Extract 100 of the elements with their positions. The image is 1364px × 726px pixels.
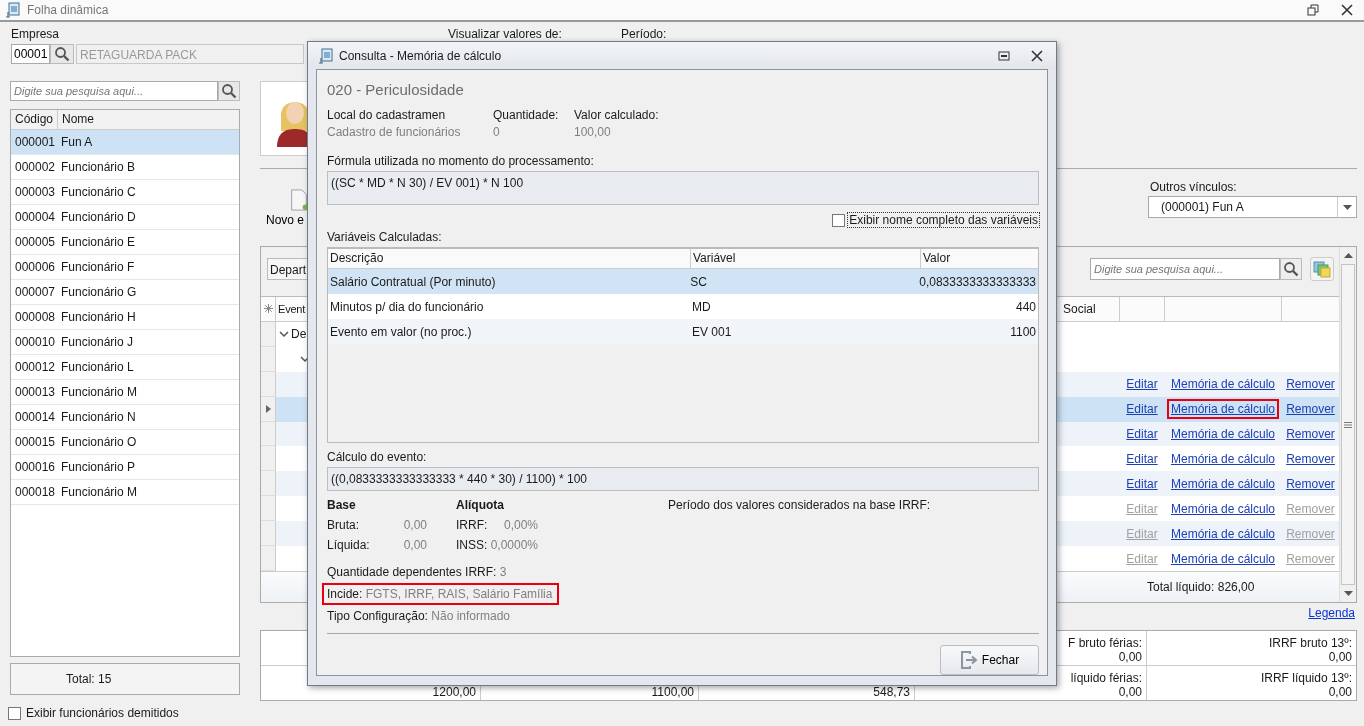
calculation-memory-link[interactable]: Memória de cálculo xyxy=(1166,423,1279,444)
checkbox-label[interactable]: Exibir funcionários demitidos xyxy=(26,706,179,720)
column-header[interactable]: Variável xyxy=(690,249,920,268)
table-cell-text: 440 xyxy=(1014,299,1037,314)
table-row[interactable]: 000001 Fun A xyxy=(11,130,239,155)
dropdown[interactable]: (000001) Fun A xyxy=(1148,196,1357,218)
table-cell-text: Funcionário D xyxy=(60,210,136,224)
table-cell-text: Funcionário F xyxy=(60,260,135,274)
close-icon xyxy=(1341,4,1353,16)
table-row[interactable]: 000004 Funcionário D xyxy=(11,205,239,230)
summary-value: 0,00 xyxy=(1328,685,1352,699)
table-row[interactable]: 000013 Funcionário M xyxy=(11,380,239,405)
table-row[interactable]: 000007 Funcionário G xyxy=(11,280,239,305)
legend-link[interactable]: Legenda xyxy=(1308,606,1355,624)
table-cell-text: 000005 xyxy=(14,235,57,249)
remove-link[interactable]: Remover xyxy=(1286,476,1335,491)
field-label: Bruta: xyxy=(327,518,360,532)
remove-link[interactable]: Remover xyxy=(1286,426,1335,441)
calculation-memory-link[interactable]: Memória de cálculo xyxy=(1166,548,1279,569)
company-code-field[interactable]: 00001 xyxy=(11,44,50,64)
calculation-memory-link[interactable]: Memória de cálculo xyxy=(1166,448,1279,469)
table-row[interactable]: 000015 Funcionário O xyxy=(11,430,239,455)
calculation-field: ((0,0833333333333333 * 440 * 30) / 1100) * 100 xyxy=(327,467,1039,491)
table-cell-text: 000018 xyxy=(14,485,57,499)
table-cell-text: 000014 xyxy=(14,410,57,424)
scrollbar-thumb[interactable] xyxy=(1341,264,1355,585)
calculation-memory-link[interactable]: Memória de cálculo xyxy=(1166,523,1279,544)
app-icon xyxy=(5,2,21,18)
scrollbar[interactable] xyxy=(1339,247,1356,602)
search-button[interactable] xyxy=(1280,258,1302,281)
search-button[interactable] xyxy=(50,44,74,64)
summary-label: líquido férias: xyxy=(1070,671,1142,685)
table-cell-text: Funcionário C xyxy=(60,185,136,199)
remove-link[interactable]: Remover xyxy=(1286,451,1335,466)
edit-link[interactable]: Editar xyxy=(1126,402,1158,417)
table-row[interactable]: 000010 Funcionário J xyxy=(11,330,239,355)
remove-link[interactable]: Remover xyxy=(1286,377,1335,392)
table-cell-text: Funcionário O xyxy=(60,435,137,449)
column-header[interactable]: Código xyxy=(11,110,58,129)
edit-link[interactable]: Editar xyxy=(1126,451,1158,466)
table-cell-text: 000015 xyxy=(14,435,57,449)
field-label: Valor calculado: xyxy=(574,108,660,122)
field-label: Período: xyxy=(621,27,668,41)
table-row[interactable]: 000016 Funcionário P xyxy=(11,455,239,480)
search-field[interactable]: Digite sua pesquisa aqui... xyxy=(10,81,218,101)
column-header[interactable]: Valor xyxy=(920,249,1038,268)
table-row[interactable]: Salário Contratual (Por minuto) SC 0,0833333333333333 xyxy=(328,269,1038,294)
calculation-memory-link[interactable]: Memória de cálculo xyxy=(1166,498,1279,519)
expander[interactable] xyxy=(278,330,289,338)
close-button[interactable]: Fechar xyxy=(940,645,1039,675)
field-label: Período dos valores considerados na base IRRF: xyxy=(668,498,931,514)
table-row[interactable]: 000002 Funcionário B xyxy=(11,155,239,180)
table-row[interactable]: 000006 Funcionário F xyxy=(11,255,239,280)
column-header[interactable]: Event xyxy=(278,302,306,315)
section-label: Alíquota xyxy=(456,498,505,512)
table-cell-text: Funcionário N xyxy=(60,410,136,424)
table-cell-text: 0,0833333333333333 xyxy=(918,274,1037,289)
table-row[interactable]: Evento em valor (no proc.) EV 001 1100 xyxy=(328,319,1038,344)
summary-value: 0,00 xyxy=(1328,650,1352,664)
search-field[interactable]: Digite sua pesquisa aqui... xyxy=(1090,258,1280,281)
restore-icon xyxy=(1307,4,1319,16)
info-line: Tipo Configuração: Não informado xyxy=(326,608,511,625)
calculation-memory-link[interactable]: Memória de cálculo xyxy=(1166,399,1279,420)
table-cell-text: Funcionário M xyxy=(60,385,138,399)
column-header[interactable]: Nome xyxy=(58,110,94,129)
field-value: 0 xyxy=(493,125,501,139)
column-header[interactable]: Descrição xyxy=(328,249,690,268)
table-cell-text: 000004 xyxy=(14,210,57,224)
table-row[interactable]: 000012 Funcionário L xyxy=(11,355,239,380)
field-label: Local do cadastramen xyxy=(327,108,447,122)
summary-label: F bruto férias: xyxy=(1067,636,1142,650)
dialog-title: Consulta - Memória de cálculo xyxy=(339,48,502,63)
table-cell-text: Evento em valor (no proc.) xyxy=(329,324,473,339)
table-cell-text: Funcionário L xyxy=(60,360,134,374)
remove-link[interactable]: Remover xyxy=(1286,402,1335,417)
edit-link[interactable]: Editar xyxy=(1126,377,1158,392)
summary-value: 0,00 xyxy=(1118,650,1142,664)
search-button[interactable] xyxy=(218,81,240,101)
table-cell-text: Minutos p/ dia do funcionário xyxy=(329,299,485,314)
table-row[interactable]: 000008 Funcionário H xyxy=(11,305,239,330)
table-row[interactable]: 000003 Funcionário C xyxy=(11,180,239,205)
checkbox-label[interactable]: Exibir nome completo das variáveis xyxy=(848,213,1039,227)
new-event-button[interactable]: Novo e xyxy=(260,177,307,227)
table-cell-text: 1100 xyxy=(1009,324,1037,339)
table-cell-text: Salário Contratual (Por minuto) xyxy=(329,274,497,289)
calculation-memory-link[interactable]: Memória de cálculo xyxy=(1166,374,1279,395)
search-icon xyxy=(54,46,70,62)
edit-link[interactable]: Editar xyxy=(1126,476,1158,491)
table-row[interactable]: Minutos p/ dia do funcionário MD 440 xyxy=(328,294,1038,319)
edit-link[interactable]: Editar xyxy=(1126,426,1158,441)
calculation-memory-link[interactable]: Memória de cálculo xyxy=(1166,473,1279,494)
expander[interactable] xyxy=(299,355,310,363)
table-cell-text: 000010 xyxy=(14,335,57,349)
checkbox[interactable] xyxy=(832,213,846,227)
table-cell-text: 000007 xyxy=(14,285,57,299)
checkbox[interactable] xyxy=(8,706,21,720)
table-row[interactable]: 000005 Funcionário E xyxy=(11,230,239,255)
column-header[interactable]: Social xyxy=(1063,301,1096,316)
table-row[interactable]: 000014 Funcionário N xyxy=(11,405,239,430)
table-row[interactable]: 000018 Funcionário M xyxy=(11,480,239,505)
